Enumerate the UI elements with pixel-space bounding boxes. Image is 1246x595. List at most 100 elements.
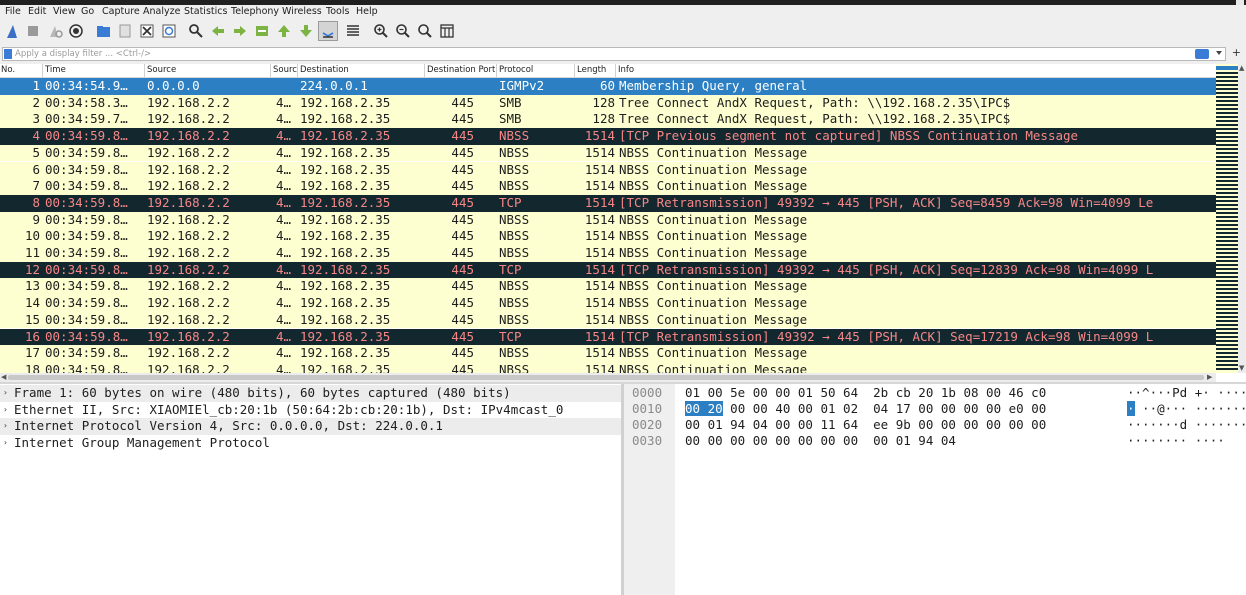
menu-help[interactable]: Help	[356, 6, 378, 17]
autoscroll-icon[interactable]	[318, 21, 338, 41]
menu-file[interactable]: File	[5, 6, 21, 17]
hex-bytes[interactable]: 00 20 00 00 40 00 01 02 04 17 00 00 00 0…	[685, 401, 1046, 417]
expand-arrow-icon[interactable]: ›	[3, 402, 8, 419]
detail-ethernet[interactable]: › Ethernet II, Src: XIAOMIEl_cb:20:1b (50…	[0, 402, 621, 419]
packet-row[interactable]: 11 00:34:59.8… 192.168.2.2 4… 192.168.2.35 44…	[0, 245, 1216, 262]
hex-highlight[interactable]: 00 20	[685, 401, 723, 416]
column-separator[interactable]	[270, 64, 271, 77]
menu-capture[interactable]: Capture	[102, 6, 140, 17]
stop-capture-icon[interactable]	[24, 22, 42, 40]
find-packet-icon[interactable]	[187, 22, 205, 40]
packet-row[interactable]: 10 00:34:59.8… 192.168.2.2 4… 192.168.2.35 44…	[0, 228, 1216, 245]
expand-arrow-icon[interactable]: ›	[3, 435, 8, 452]
col-header-source[interactable]: Source	[147, 65, 267, 75]
packet-row[interactable]: 16 00:34:59.8… 192.168.2.2 4… 192.168.2.35 44…	[0, 328, 1216, 346]
scroll-left-arrow-icon[interactable]: ◀	[1, 373, 6, 381]
packet-list-horizontal-scrollbar[interactable]: ◀ ▶	[0, 373, 1216, 382]
expand-arrow-icon[interactable]: ›	[3, 385, 8, 402]
menu-edit[interactable]: Edit	[28, 6, 46, 17]
ascii-highlight[interactable]: ·	[1127, 401, 1135, 416]
ascii-bytes[interactable]: ········ ····	[1127, 433, 1225, 449]
hex-bytes[interactable]: 00 01 94 04 00 00 11 64 ee 9b 00 00 00 0…	[685, 417, 1046, 433]
restart-capture-icon[interactable]	[46, 22, 64, 40]
col-header-no[interactable]: No.	[1, 65, 41, 75]
col-header-source-port[interactable]: Source	[273, 65, 297, 75]
packet-row[interactable]: 18 00:34:59.8… 192.168.2.2 4… 192.168.2.35 44…	[0, 361, 1216, 373]
menu-statistics[interactable]: Statistics	[184, 6, 227, 17]
packet-row[interactable]: 17 00:34:59.8… 192.168.2.2 4… 192.168.2.35 44…	[0, 345, 1216, 362]
column-separator[interactable]	[615, 64, 616, 77]
go-last-icon[interactable]	[297, 22, 315, 40]
packet-row[interactable]: 5 00:34:59.8… 192.168.2.2 4… 192.168.2.35 445…	[0, 144, 1216, 162]
col-header-time[interactable]: Time	[45, 65, 141, 75]
packet-row[interactable]: 14 00:34:59.8… 192.168.2.2 4… 192.168.2.35 44…	[0, 295, 1216, 312]
scroll-up-arrow-icon[interactable]: ▲	[1239, 64, 1244, 72]
col-header-info[interactable]: Info	[618, 65, 718, 75]
packet-row[interactable]: 15 00:34:59.8… 192.168.2.2 4… 192.168.2.35 44…	[0, 311, 1216, 329]
packet-row[interactable]: 13 00:34:59.8… 192.168.2.2 4… 192.168.2.35 44…	[0, 278, 1216, 296]
packet-row[interactable]: 7 00:34:59.8… 192.168.2.2 4… 192.168.2.35 445…	[0, 178, 1216, 195]
cell-no: 2	[32, 94, 40, 110]
menu-view[interactable]: View	[53, 6, 76, 17]
packet-row[interactable]: 1 00:34:54.9… 0.0.0.0 224.0.0.1 IGMPv2 60 Memb…	[0, 78, 1216, 95]
hex-bytes[interactable]: 00 00 00 00 00 00 00 00 00 01 94 04	[685, 433, 956, 449]
packet-minimap[interactable]	[1216, 64, 1238, 373]
ascii-bytes[interactable]: ··^···Pd +· ·····F·	[1127, 385, 1246, 401]
close-file-icon[interactable]	[138, 22, 156, 40]
col-header-protocol[interactable]: Protocol	[499, 65, 569, 75]
packet-row[interactable]: 6 00:34:59.8… 192.168.2.2 4… 192.168.2.35 445…	[0, 161, 1216, 179]
packet-row[interactable]: 8 00:34:59.8… 192.168.2.2 4… 192.168.2.35 445…	[0, 194, 1216, 212]
menu-analyze[interactable]: Analyze	[143, 6, 180, 17]
zoom-normal-icon[interactable]	[416, 22, 434, 40]
packet-row[interactable]: 3 00:34:59.7… 192.168.2.2 4… 192.168.2.35 445…	[0, 111, 1216, 129]
scroll-down-arrow-icon[interactable]: ▼	[1239, 364, 1244, 372]
zoom-in-icon[interactable]	[372, 22, 390, 40]
go-back-icon[interactable]	[209, 22, 227, 40]
column-separator[interactable]	[42, 64, 43, 77]
resize-columns-icon[interactable]	[438, 22, 456, 40]
ascii-bytes[interactable]: ·······d ········	[1127, 417, 1246, 433]
packet-list-vertical-scrollbar[interactable]: ▲ ▼	[1238, 64, 1246, 373]
detail-frame[interactable]: › Frame 1: 60 bytes on wire (480 bits), 6…	[0, 385, 621, 402]
cell-info: NBSS Continuation Message	[619, 161, 808, 177]
col-header-destination-port[interactable]: Destination Port	[427, 65, 495, 75]
packet-row[interactable]: 4 00:34:59.8… 192.168.2.2 4… 192.168.2.35 445…	[0, 128, 1216, 145]
horizontal-scroll-thumb[interactable]	[8, 375, 1204, 380]
menu-wireless[interactable]: Wireless	[282, 6, 322, 17]
colorize-icon[interactable]	[344, 22, 362, 40]
column-separator[interactable]	[424, 64, 425, 77]
hex-text: 00 00 40 00 01 02 04 17 00 00 00 00 e0 0…	[722, 401, 1047, 416]
go-to-packet-icon[interactable]	[253, 22, 271, 40]
packet-row[interactable]: 9 00:34:59.8… 192.168.2.2 4… 192.168.2.35 445…	[0, 211, 1216, 229]
hex-bytes[interactable]: 01 00 5e 00 00 01 50 64 2b cb 20 1b 08 0…	[685, 385, 1046, 401]
column-separator[interactable]	[297, 64, 298, 77]
go-first-icon[interactable]	[275, 22, 293, 40]
packet-row[interactable]: 12 00:34:59.8… 192.168.2.2 4… 192.168.2.35 44…	[0, 261, 1216, 279]
shark-fin-start-icon[interactable]	[3, 22, 21, 40]
save-file-icon[interactable]	[116, 22, 134, 40]
add-filter-button[interactable]: +	[1232, 46, 1241, 59]
expand-arrow-icon[interactable]: ›	[3, 418, 8, 435]
col-header-destination[interactable]: Destination	[300, 65, 420, 75]
open-file-icon[interactable]	[94, 22, 112, 40]
packet-row[interactable]: 2 00:34:58.3… 192.168.2.2 4… 192.168.2.35 445…	[0, 94, 1216, 112]
column-separator[interactable]	[144, 64, 145, 77]
capture-options-icon[interactable]	[67, 22, 85, 40]
menu-telephony[interactable]: Telephony	[231, 6, 279, 17]
reload-file-icon[interactable]	[160, 22, 178, 40]
col-header-length[interactable]: Length	[577, 65, 613, 75]
menu-tools[interactable]: Tools	[326, 6, 349, 17]
menu-go[interactable]: Go	[81, 6, 94, 17]
display-filter-input[interactable]: Apply a display filter ... <Ctrl-/>	[2, 47, 1226, 61]
bookmark-icon[interactable]	[4, 49, 12, 59]
ascii-bytes[interactable]: · ··@··· ········	[1127, 401, 1246, 417]
scroll-right-arrow-icon[interactable]: ▶	[1207, 373, 1212, 381]
detail-ipv4[interactable]: › Internet Protocol Version 4, Src: 0.0.0…	[0, 418, 621, 436]
detail-igmp[interactable]: › Internet Group Management Protocol	[0, 435, 621, 452]
column-separator[interactable]	[496, 64, 497, 77]
filter-history-dropdown-icon[interactable]	[1216, 51, 1222, 55]
zoom-out-icon[interactable]	[394, 22, 412, 40]
apply-filter-arrow-icon[interactable]	[1195, 49, 1209, 59]
column-separator[interactable]	[574, 64, 575, 77]
go-forward-icon[interactable]	[231, 22, 249, 40]
